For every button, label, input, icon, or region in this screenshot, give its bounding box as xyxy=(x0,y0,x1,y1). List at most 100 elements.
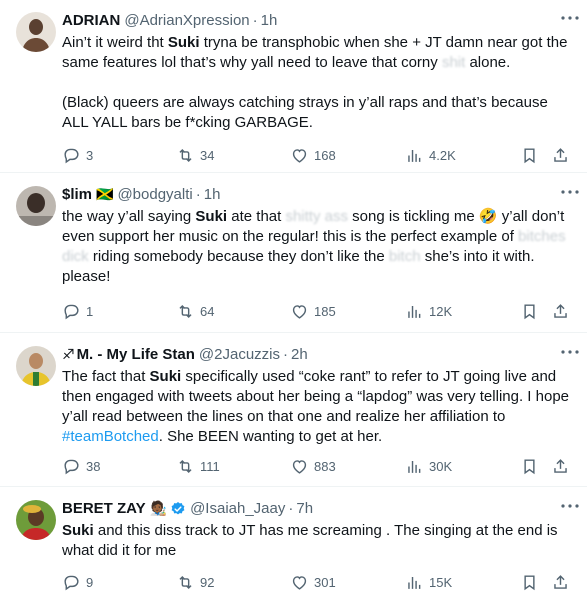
like-button[interactable]: 883 xyxy=(290,455,336,477)
avatar[interactable] xyxy=(16,12,56,52)
like-count: 883 xyxy=(314,458,336,474)
repost-button[interactable]: 34 xyxy=(176,144,214,166)
bold-keyword: Suki xyxy=(195,208,228,225)
heart-icon xyxy=(292,459,307,474)
display-name[interactable]: $lim xyxy=(62,184,92,205)
share-button[interactable] xyxy=(551,300,575,322)
share-icon xyxy=(554,574,567,589)
repost-icon xyxy=(179,148,192,162)
text-segment: . She BEEN wanting to get at her. xyxy=(158,428,383,445)
reply-icon xyxy=(64,304,79,319)
sagittarius-emoji: ♐ xyxy=(62,346,75,362)
tweet-header: ♐ M. - My Life Stan @2Jacuzzis · 2h xyxy=(62,344,575,365)
reply-button[interactable]: 38 xyxy=(62,455,100,477)
views-button[interactable]: 12K xyxy=(405,300,452,322)
reply-count: 3 xyxy=(86,147,94,163)
display-name[interactable]: BERET ZAY xyxy=(62,498,146,519)
views-chart-icon xyxy=(408,575,421,590)
bookmark-button[interactable] xyxy=(520,455,544,477)
share-button[interactable] xyxy=(551,455,575,477)
share-button[interactable] xyxy=(551,571,575,593)
tweet-actions: 3 34 168 4.2K xyxy=(0,144,587,166)
tweet-beret-zay[interactable]: BERET ZAY 🧑🏾‍🎨 @Isaiah_Jaay · 7h Suki an… xyxy=(0,488,587,600)
timestamp[interactable]: 7h xyxy=(296,498,313,519)
display-name[interactable]: M. - My Life Stan xyxy=(77,344,195,365)
hashtag-link[interactable]: #teamBotched xyxy=(62,428,159,445)
tweet-actions: 38 111 883 30K xyxy=(0,455,587,477)
reply-icon xyxy=(64,148,79,163)
laughing-emoji: 🤣 xyxy=(478,208,498,225)
views-button[interactable]: 30K xyxy=(405,455,452,477)
like-button[interactable]: 168 xyxy=(290,144,336,166)
separator-dot: · xyxy=(283,346,288,363)
text-segment: Ain’t it weird tht xyxy=(62,34,168,51)
text-segment: The fact that xyxy=(62,368,150,385)
views-button[interactable]: 15K xyxy=(405,571,452,593)
timestamp[interactable]: 2h xyxy=(291,344,308,365)
views-count: 12K xyxy=(429,303,453,319)
tweet-slim[interactable]: $lim 🇯🇲 @bodgyalti · 1h the way y’all sa… xyxy=(0,174,587,333)
separator-dot: · xyxy=(252,12,258,29)
bold-keyword: Suki xyxy=(167,34,200,51)
display-name[interactable]: ADRIAN xyxy=(62,10,120,31)
repost-button[interactable]: 92 xyxy=(176,571,214,593)
tweet-text: Ain’t it weird tht Suki tryna be transph… xyxy=(62,33,575,133)
user-handle[interactable]: @Isaiah_Jaay xyxy=(190,498,285,519)
share-button[interactable] xyxy=(551,144,575,166)
tweet-feed: ADRIAN @AdrianXpression · 1h Ain’t it we… xyxy=(0,0,587,600)
user-handle[interactable]: @2Jacuzzis xyxy=(199,344,280,365)
more-horizontal-icon[interactable] xyxy=(559,344,581,360)
avatar[interactable] xyxy=(16,500,56,540)
reply-button[interactable]: 9 xyxy=(62,571,93,593)
more-horizontal-icon[interactable] xyxy=(559,184,581,200)
censored-word: shitty ass xyxy=(285,208,348,225)
repost-button[interactable]: 111 xyxy=(176,455,220,477)
reply-button[interactable]: 3 xyxy=(62,144,93,166)
censored-word: bitch xyxy=(388,248,421,265)
repost-icon xyxy=(179,304,192,318)
share-icon xyxy=(554,147,567,162)
repost-icon xyxy=(179,575,192,589)
repost-button[interactable]: 64 xyxy=(176,300,214,322)
views-button[interactable]: 4.2K xyxy=(405,144,456,166)
tweet-header: BERET ZAY 🧑🏾‍🎨 @Isaiah_Jaay · 7h xyxy=(62,498,575,519)
heart-icon xyxy=(292,304,307,319)
views-chart-icon xyxy=(408,459,421,474)
views-count: 4.2K xyxy=(429,147,456,163)
reply-icon xyxy=(64,459,79,474)
timestamp[interactable]: 1h xyxy=(261,10,278,31)
bookmark-button[interactable] xyxy=(520,571,544,593)
separator-dot: · xyxy=(288,500,294,517)
avatar[interactable] xyxy=(16,186,56,226)
bookmark-icon xyxy=(524,574,535,590)
reply-count: 9 xyxy=(86,574,94,590)
bookmark-button[interactable] xyxy=(520,300,544,322)
censored-word: shit xyxy=(441,54,466,71)
repost-count: 34 xyxy=(200,147,215,163)
share-icon xyxy=(554,458,567,473)
user-handle[interactable]: @AdrianXpression xyxy=(124,10,249,31)
text-segment: song is tickling me xyxy=(348,208,479,225)
more-horizontal-icon[interactable] xyxy=(559,10,581,26)
like-button[interactable]: 301 xyxy=(290,571,336,593)
separator-dot: · xyxy=(195,186,201,203)
avatar[interactable] xyxy=(16,346,56,386)
heart-icon xyxy=(292,148,307,163)
bookmark-icon xyxy=(524,458,535,474)
bold-keyword: Suki xyxy=(62,522,94,539)
reply-button[interactable]: 1 xyxy=(62,300,93,322)
tweet-adrian[interactable]: ADRIAN @AdrianXpression · 1h Ain’t it we… xyxy=(0,0,587,173)
timestamp[interactable]: 1h xyxy=(204,184,221,205)
tweet-m-my-life-stan[interactable]: ♐ M. - My Life Stan @2Jacuzzis · 2h The … xyxy=(0,334,587,487)
text-segment: and this diss track to JT has me screami… xyxy=(62,522,562,559)
user-handle[interactable]: @bodgyalti xyxy=(117,184,192,205)
bookmark-button[interactable] xyxy=(520,144,544,166)
views-chart-icon xyxy=(408,304,421,319)
text-segment: ate that xyxy=(227,208,286,225)
repost-count: 92 xyxy=(200,574,215,590)
repost-count: 111 xyxy=(200,458,220,474)
like-count: 185 xyxy=(314,303,336,319)
more-horizontal-icon[interactable] xyxy=(559,498,581,514)
like-button[interactable]: 185 xyxy=(290,300,336,322)
flag-emoji: 🇯🇲 xyxy=(96,186,114,202)
